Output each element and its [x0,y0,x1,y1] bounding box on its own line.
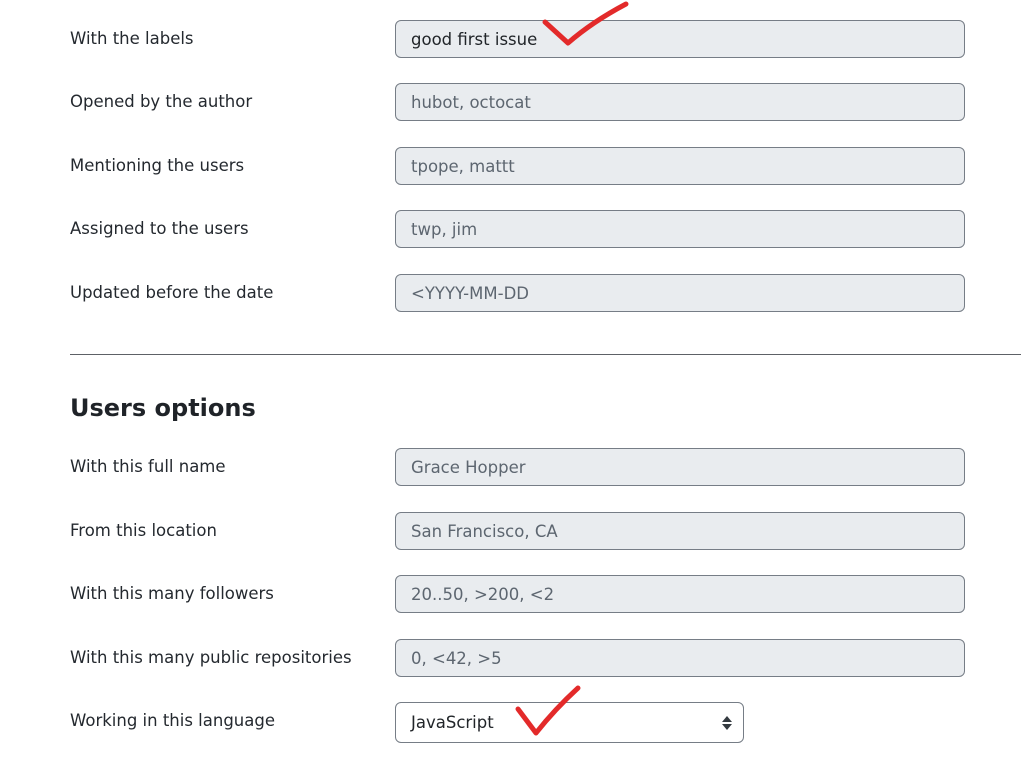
followers-row: With this many followers [0,575,1021,617]
author-row: Opened by the author [0,83,1021,125]
author-label: Opened by the author [70,92,253,111]
select-arrows-icon [722,716,732,730]
followers-input[interactable] [395,575,965,613]
updated-label: Updated before the date [70,283,274,302]
fullname-input[interactable] [395,448,965,486]
mentions-input[interactable] [395,147,965,185]
labels-input[interactable] [395,20,965,58]
followers-label: With this many followers [70,584,274,603]
author-input[interactable] [395,83,965,121]
updated-row: Updated before the date [0,274,1021,316]
language-select[interactable]: JavaScript [395,702,744,743]
advanced-search-page: With the labels Opened by the author Men… [0,0,1021,764]
language-select-value: JavaScript [411,713,494,732]
repositories-label: With this many public repositories [70,648,352,667]
assignee-row: Assigned to the users [0,210,1021,252]
mentions-row: Mentioning the users [0,147,1021,189]
mentions-label: Mentioning the users [70,156,245,175]
repositories-input[interactable] [395,639,965,677]
labels-label: With the labels [70,29,194,48]
repositories-row: With this many public repositories [0,639,1021,681]
language-label: Working in this language [70,711,276,730]
section-divider [70,354,1021,355]
fullname-label: With this full name [70,457,226,476]
assignee-label: Assigned to the users [70,219,249,238]
fullname-row: With this full name [0,448,1021,490]
language-row: Working in this language JavaScript [0,702,1021,744]
assignee-input[interactable] [395,210,965,248]
location-input[interactable] [395,512,965,550]
location-label: From this location [70,521,217,540]
updated-input[interactable] [395,274,965,312]
labels-row: With the labels [0,20,1021,62]
users-options-heading: Users options [70,394,256,422]
location-row: From this location [0,512,1021,554]
